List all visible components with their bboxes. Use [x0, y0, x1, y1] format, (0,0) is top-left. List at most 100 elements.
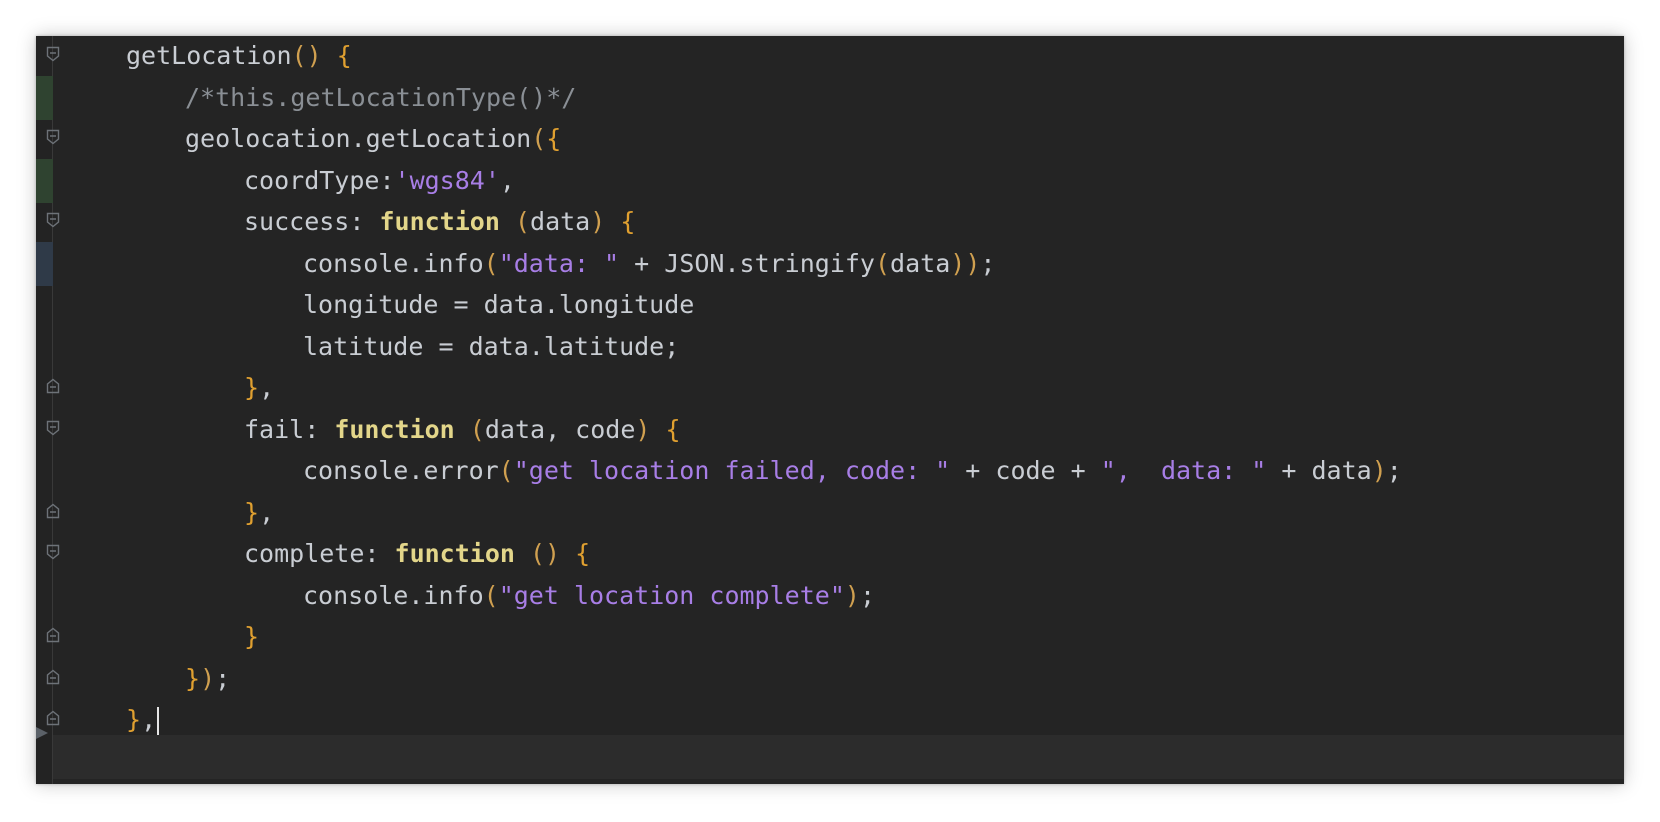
code-token: ) — [200, 663, 216, 693]
code-token: /*this.getLocationType()*/ — [185, 82, 577, 112]
fold-marker-icon[interactable] — [46, 710, 60, 726]
code-token: } — [244, 373, 260, 402]
fold-marker-icon[interactable] — [46, 669, 60, 685]
code-token: () — [291, 41, 322, 70]
code-token: } — [244, 622, 260, 651]
code-token: , — [259, 497, 275, 527]
code-token: ( — [531, 124, 547, 153]
code-token: ( — [874, 248, 891, 278]
code-line[interactable]: latitude = data.latitude; — [303, 325, 679, 369]
code-token: ) — [844, 580, 860, 610]
fold-marker-icon[interactable] — [46, 378, 60, 394]
modified-line-marker — [36, 241, 53, 286]
code-token: 'wgs84' — [394, 165, 500, 195]
fold-marker-icon[interactable] — [46, 420, 60, 436]
code-line[interactable]: getLocation() { — [126, 36, 352, 78]
code-token: fail: — [244, 414, 335, 444]
code-line[interactable]: console.info("get location complete"); — [303, 574, 875, 618]
code-token: , — [259, 373, 275, 402]
code-token: ) — [635, 414, 651, 444]
added-line-marker — [36, 75, 53, 120]
code-token: + code + — [950, 456, 1101, 485]
code-line[interactable]: complete: function () { — [244, 532, 590, 576]
code-token: { — [546, 124, 562, 153]
code-token: ( — [469, 414, 485, 444]
code-line[interactable]: success: function (data) { — [244, 200, 635, 244]
code-token: ( — [483, 248, 499, 278]
fold-marker-icon[interactable] — [46, 129, 60, 145]
code-token: getLocation — [126, 41, 292, 70]
code-editor[interactable]: getLocation() {/*this.getLocationType()*… — [36, 36, 1624, 784]
code-token: latitude = data.latitude; — [303, 331, 680, 361]
code-token: data — [530, 207, 591, 236]
code-token: console.info — [303, 248, 484, 278]
added-line-marker — [36, 158, 53, 203]
code-token: "data: " — [498, 248, 620, 278]
code-token: function — [379, 207, 500, 236]
code-token: ( — [483, 580, 499, 610]
code-line[interactable]: } — [244, 615, 259, 659]
code-token: + data — [1266, 456, 1372, 485]
code-token: ; — [1386, 456, 1402, 485]
text-caret — [157, 707, 160, 735]
code-line[interactable]: fail: function (data, code) { — [244, 408, 681, 452]
code-token: ; — [215, 663, 231, 693]
code-token: , — [499, 165, 515, 195]
code-token: geolocation.getLocation — [185, 124, 532, 153]
fold-marker-icon[interactable] — [46, 503, 60, 519]
fold-marker-icon[interactable] — [46, 627, 60, 643]
code-line[interactable]: }, — [126, 698, 160, 742]
code-line[interactable]: geolocation.getLocation({ — [185, 117, 561, 161]
code-token: ", data: " — [1100, 456, 1267, 485]
code-area[interactable]: getLocation() {/*this.getLocationType()*… — [126, 36, 1624, 784]
code-token: ( — [514, 207, 531, 236]
code-token: { — [575, 539, 591, 568]
code-token: data, code — [484, 414, 636, 444]
code-line[interactable]: coordType:'wgs84', — [244, 159, 515, 203]
code-line[interactable]: }, — [244, 366, 274, 410]
code-token: () — [530, 539, 561, 568]
code-token: function — [334, 414, 455, 444]
code-token: longitude = data.longitude — [303, 290, 695, 319]
code-token: data — [890, 248, 951, 278]
code-token: } — [185, 663, 201, 693]
code-line[interactable]: }); — [185, 657, 230, 701]
code-line[interactable]: console.error("get location failed, code… — [303, 449, 1402, 493]
code-line[interactable]: }, — [244, 491, 274, 535]
code-token: } — [126, 705, 142, 734]
fold-marker-icon[interactable] — [46, 46, 60, 62]
code-line[interactable]: longitude = data.longitude — [303, 283, 694, 327]
code-token: ( — [498, 456, 514, 485]
code-token: ; — [980, 248, 996, 278]
code-token: )) — [950, 248, 981, 278]
fold-marker-icon[interactable] — [46, 544, 60, 560]
code-token: ; — [859, 580, 875, 610]
code-token: success: — [244, 207, 380, 236]
code-token: { — [620, 207, 636, 236]
code-token: , — [141, 705, 157, 734]
code-token: console.error — [303, 456, 499, 485]
code-token: } — [244, 497, 260, 527]
code-token: console.info — [303, 580, 484, 610]
breakpoint-arrow-icon[interactable] — [36, 726, 48, 739]
code-token: { — [665, 414, 681, 444]
code-token: ) — [590, 207, 606, 236]
code-token: complete: — [244, 539, 395, 568]
code-token: ) — [1371, 456, 1387, 485]
code-token: + JSON.stringify — [619, 248, 875, 278]
fold-marker-icon[interactable] — [46, 212, 60, 228]
code-token: "get location failed, code: " — [513, 456, 951, 485]
code-line[interactable]: /*this.getLocationType()*/ — [185, 76, 576, 120]
code-line[interactable]: console.info("data: " + JSON.stringify(d… — [303, 242, 995, 286]
code-token: coordType: — [244, 165, 395, 195]
code-token: { — [336, 41, 352, 70]
code-token: "get location complete" — [498, 580, 845, 610]
code-token: function — [394, 539, 515, 568]
